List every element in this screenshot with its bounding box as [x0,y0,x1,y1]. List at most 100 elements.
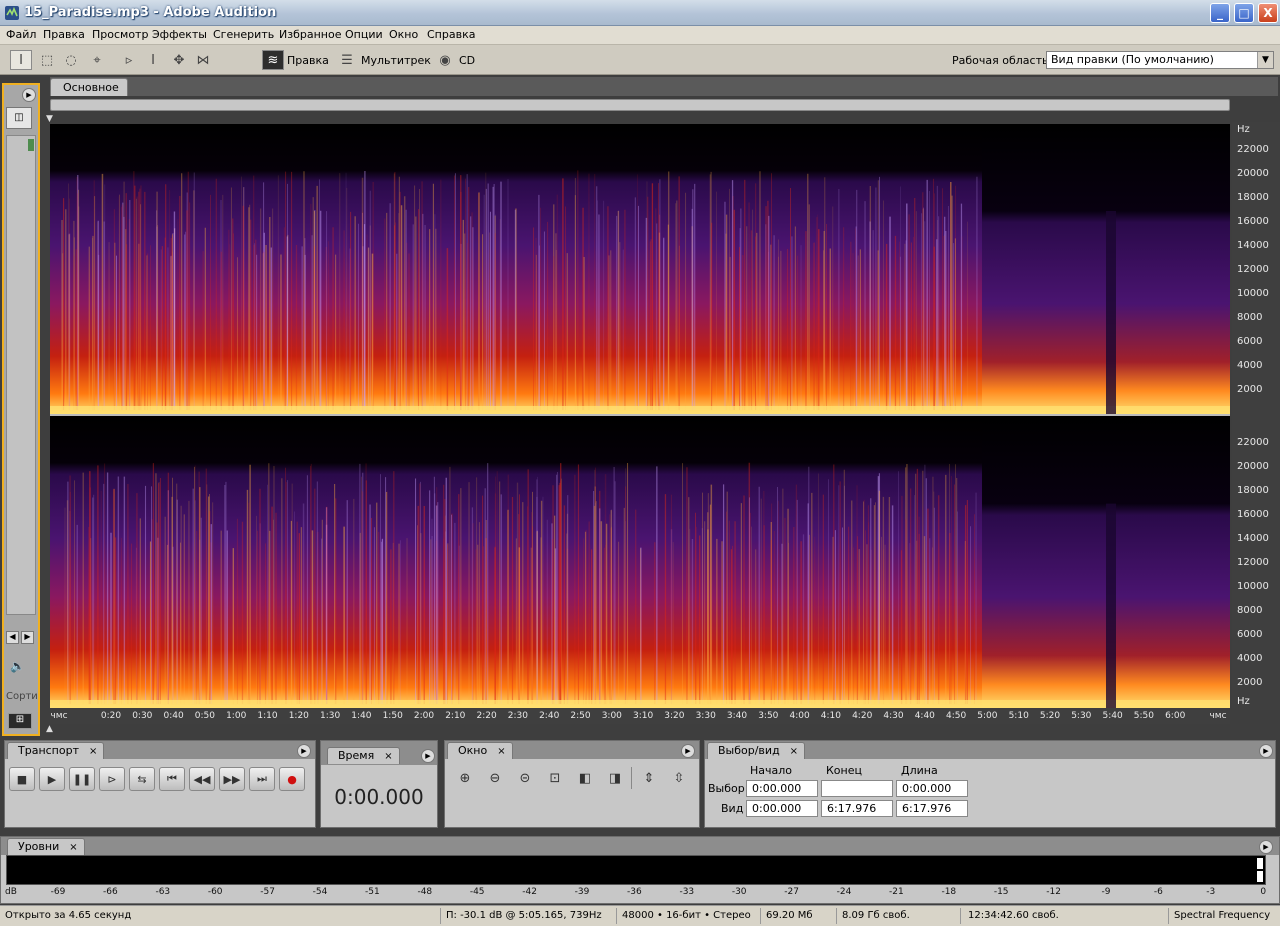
panel-menu-icon[interactable]: ▶ [1259,840,1273,854]
zoom-out-vertical-icon[interactable]: ⇳ [667,767,691,789]
zoom-in-vertical-icon[interactable]: ⇕ [637,767,661,789]
mixer-icon[interactable]: ⊞ [8,713,32,729]
freq-tick: 18000 [1237,485,1269,496]
multitrack-view-label[interactable]: Мультитрек [361,54,431,67]
multitrack-view-icon[interactable]: ☰ [336,50,358,70]
scrub-tool-icon[interactable]: ⌖ [86,50,108,70]
cd-view-label[interactable]: CD [459,54,475,67]
panel-menu-icon[interactable]: ▶ [22,88,36,102]
scroll-right-icon[interactable]: ▶ [21,631,34,644]
play-button[interactable]: ▶ [39,767,65,791]
close-tab-icon[interactable]: × [89,746,97,757]
rewind-button[interactable]: ◀◀ [189,767,215,791]
panel-menu-icon[interactable]: ▶ [681,744,695,758]
scroll-left-icon[interactable]: ◀ [6,631,19,644]
fast-forward-button[interactable]: ▶▶ [219,767,245,791]
time-tick: 2:00 [413,711,435,721]
speaker-icon[interactable]: 🔈 [10,659,25,673]
view-end-field[interactable]: 6:17.976 [821,800,893,817]
time-cursor-tool-icon[interactable]: Ι [142,50,164,70]
time-tick: 3:40 [726,711,748,721]
go-to-start-button[interactable]: ⏮ [159,767,185,791]
menu-window[interactable]: Окно [389,28,418,41]
zoom-in-horizontal-icon[interactable]: ⊕ [453,767,477,789]
minimize-button[interactable]: _ [1210,3,1230,23]
play-from-cursor-button[interactable]: ⊳ [99,767,125,791]
workspace-select[interactable]: Вид правки (По умолчанию) ▼ [1046,51,1274,69]
scrub-multi-tool-icon[interactable]: ⋈ [192,50,214,70]
menu-view[interactable]: Просмотр [92,28,148,41]
selection-end-field[interactable] [821,780,893,797]
panel-header [1,837,1279,855]
go-to-end-button[interactable]: ⏭ [249,767,275,791]
level-unit: dB [5,887,17,897]
hybrid-tool-icon[interactable]: ✥ [168,50,190,70]
stop-button[interactable]: ■ [9,767,35,791]
level-tick: 0 [1260,887,1267,897]
level-tick: -45 [469,887,485,897]
clip-indicator[interactable] [1257,858,1263,869]
tab-zoom[interactable]: Окно × [447,742,513,759]
menu-edit[interactable]: Правка [43,28,85,41]
close-tab-icon[interactable]: × [790,746,798,757]
time-tick: 1:00 [226,711,247,721]
divider [631,767,632,789]
level-tick: -27 [784,887,799,897]
panel-menu-icon[interactable]: ▶ [421,749,435,763]
selection-view-panel: Выбор/вид × ▶ Начало Конец Длина Выбор Ви… [704,740,1276,828]
time-tick: 3:50 [758,711,779,721]
edit-view-label[interactable]: Правка [287,54,329,67]
spectrogram-left-channel[interactable] [50,124,1230,414]
loop-button[interactable]: ⇆ [129,767,155,791]
zoom-right-edge-icon[interactable]: ◨ [603,767,627,789]
divider [960,908,961,924]
panel-menu-icon[interactable]: ▶ [297,744,311,758]
menu-file[interactable]: Файл [6,28,36,41]
tab-transport[interactable]: Транспорт × [7,742,105,759]
panel-menu-icon[interactable]: ▶ [1259,744,1273,758]
file-list[interactable] [6,135,36,615]
menu-generate[interactable]: Сгенерить [213,28,274,41]
pause-button[interactable]: ❚❚ [69,767,95,791]
selection-length-field[interactable]: 0:00.000 [896,780,968,797]
playhead-marker-icon[interactable]: ▼ [46,114,53,124]
status-opened: Открыто за 4.65 секунд [5,910,132,921]
tab-levels[interactable]: Уровни × [7,838,85,855]
view-start-field[interactable]: 0:00.000 [746,800,818,817]
close-tab-icon[interactable]: × [497,746,505,757]
zoom-out-full-icon[interactable]: ⊝ [513,767,537,789]
zoom-out-horizontal-icon[interactable]: ⊖ [483,767,507,789]
menu-favorites[interactable]: Избранное [279,28,341,41]
edit-view-icon[interactable]: ≋ [262,50,284,70]
maximize-button[interactable]: □ [1234,3,1254,23]
tab-time[interactable]: Время × [327,747,400,764]
menu-effects[interactable]: Эффекты [152,28,207,41]
horizontal-scrollbar[interactable] [50,99,1230,111]
menu-help[interactable]: Справка [427,28,475,41]
zoom-to-selection-icon[interactable]: ⊡ [543,767,567,789]
status-view-mode[interactable]: Spectral Frequency [1174,910,1270,921]
clip-indicator[interactable] [1257,871,1263,882]
zoom-left-edge-icon[interactable]: ◧ [573,767,597,789]
level-tick: -15 [993,887,1009,897]
close-button[interactable]: X [1258,3,1278,23]
tab-selection-view[interactable]: Выбор/вид × [707,742,806,759]
tab-main[interactable]: Основное [50,78,128,96]
view-length-field[interactable]: 6:17.976 [896,800,968,817]
menu-options[interactable]: Опции [345,28,383,41]
record-button[interactable]: ● [279,767,305,791]
scroll-thumb[interactable] [28,139,34,151]
time-selection-tool-icon[interactable]: I [10,50,32,70]
marquee-tool-icon[interactable]: ⬚ [36,50,58,70]
move-tool-icon[interactable]: ▹ [118,50,140,70]
playhead-bottom-icon[interactable]: ▲ [46,724,53,734]
selection-start-field[interactable]: 0:00.000 [746,780,818,797]
close-tab-icon[interactable]: × [384,751,392,762]
level-tick: -42 [522,887,537,897]
tab-label: Транспорт [18,744,79,757]
cd-view-icon[interactable]: ◉ [434,50,456,70]
spectrogram-right-channel[interactable] [50,416,1230,708]
lasso-tool-icon[interactable]: ◌ [60,50,82,70]
close-tab-icon[interactable]: × [69,842,77,853]
file-view-icon[interactable]: ◫ [6,107,32,129]
